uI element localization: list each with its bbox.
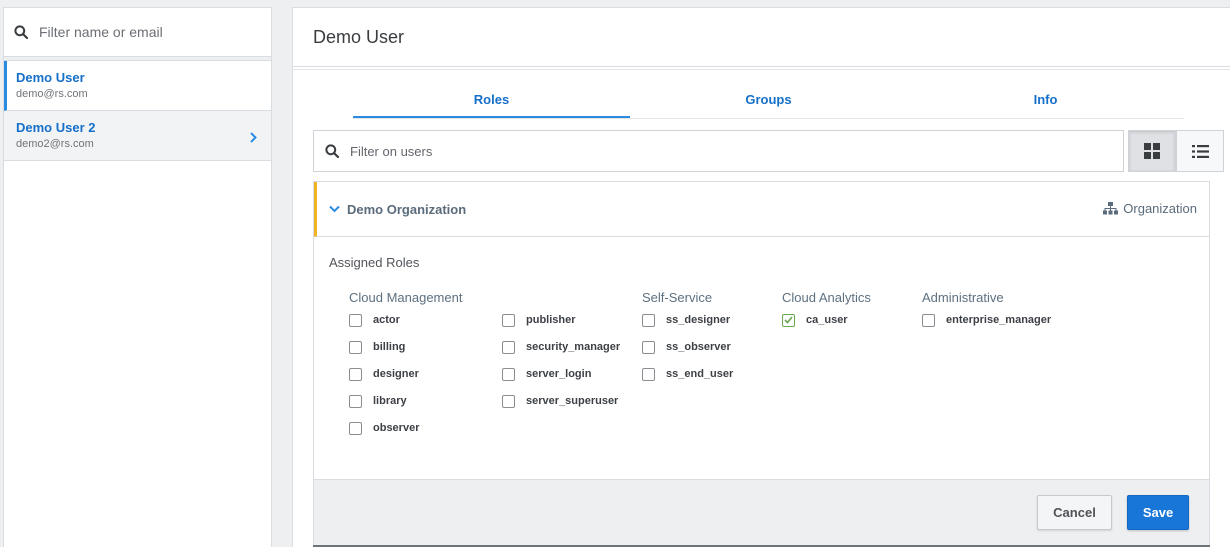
role-checkbox[interactable] — [349, 421, 362, 435]
cancel-button[interactable]: Cancel — [1037, 495, 1112, 530]
role-label: security_manager — [526, 341, 621, 353]
user-sidebar: Demo User demo@rs.com Demo User 2 demo2@… — [3, 7, 272, 547]
organization-type: Organization — [1103, 201, 1197, 216]
role-checkbox[interactable] — [349, 367, 362, 381]
role-label: server_login — [526, 368, 592, 380]
role-ss-end-user[interactable]: ss_end_user — [642, 366, 733, 382]
search-icon — [325, 144, 339, 158]
role-label: ca_user — [806, 314, 848, 326]
user-name: Demo User — [16, 70, 85, 85]
role-publisher[interactable]: publisher — [502, 312, 576, 328]
role-label: server_superuser — [526, 395, 619, 407]
role-label: observer — [373, 422, 420, 434]
role-library[interactable]: library — [349, 393, 407, 409]
organization-card: Demo Organization Organization Assigned … — [313, 181, 1210, 547]
role-checkbox[interactable] — [502, 394, 515, 408]
detail-tabs: Roles Groups Info — [353, 84, 1184, 119]
role-checkbox[interactable] — [349, 394, 362, 408]
page-title: Demo User — [313, 26, 405, 47]
search-icon — [14, 25, 28, 39]
save-button[interactable]: Save — [1127, 495, 1189, 530]
header-divider — [293, 67, 1230, 70]
list-view-button[interactable] — [1176, 130, 1224, 172]
role-checkbox[interactable] — [502, 367, 515, 381]
user-list-item-demo-user-2[interactable]: Demo User 2 demo2@rs.com — [4, 111, 271, 161]
role-checkbox[interactable] — [642, 313, 655, 327]
role-security-manager[interactable]: security_manager — [502, 339, 620, 355]
role-checkbox[interactable] — [502, 313, 515, 327]
role-observer[interactable]: observer — [349, 420, 419, 436]
chevron-right-icon — [250, 132, 257, 143]
group-title-cloud-analytics: Cloud Analytics — [782, 290, 871, 305]
role-checkbox[interactable] — [642, 340, 655, 354]
role-checkbox[interactable] — [642, 367, 655, 381]
tab-roles[interactable]: Roles — [353, 84, 630, 118]
organization-name: Demo Organization — [347, 201, 467, 217]
role-label: publisher — [526, 314, 576, 326]
role-label: ss_designer — [666, 314, 731, 326]
group-title-cloud-management: Cloud Management — [349, 290, 463, 305]
role-actor[interactable]: actor — [349, 312, 400, 328]
checkmark-icon — [784, 316, 793, 324]
role-label: ss_end_user — [666, 368, 734, 380]
role-filter-input[interactable] — [350, 143, 1090, 159]
list-icon — [1191, 144, 1209, 158]
role-ss-observer[interactable]: ss_observer — [642, 339, 731, 355]
organization-header[interactable]: Demo Organization Organization — [314, 182, 1209, 237]
role-server-superuser[interactable]: server_superuser — [502, 393, 618, 409]
user-email: demo@rs.com — [16, 88, 88, 100]
organization-footer: Cancel Save — [314, 479, 1209, 546]
role-checkbox[interactable] — [349, 340, 362, 354]
role-checkbox[interactable] — [502, 340, 515, 354]
role-server-login[interactable]: server_login — [502, 366, 591, 382]
user-name: Demo User 2 — [16, 120, 96, 135]
role-enterprise-manager[interactable]: enterprise_manager — [922, 312, 1051, 328]
role-checkbox[interactable] — [922, 313, 935, 327]
org-chart-icon — [1103, 202, 1119, 215]
role-checkbox-checked[interactable] — [782, 313, 795, 327]
chevron-down-icon — [329, 205, 340, 213]
role-ca-user[interactable]: ca_user — [782, 312, 848, 328]
role-label: actor — [373, 314, 400, 326]
user-search-bar — [4, 8, 271, 57]
organization-type-label: Organization — [1123, 201, 1197, 216]
role-checkbox[interactable] — [349, 313, 362, 327]
group-title-self-service: Self-Service — [642, 290, 713, 305]
role-label: billing — [373, 341, 406, 353]
role-label: designer — [373, 368, 419, 380]
tab-info[interactable]: Info — [907, 84, 1184, 118]
role-label: ss_observer — [666, 341, 731, 353]
grid-view-button[interactable] — [1128, 130, 1176, 172]
detail-header: Demo User — [293, 8, 1230, 67]
role-billing[interactable]: billing — [349, 339, 405, 355]
role-label: library — [373, 395, 407, 407]
assigned-roles-heading: Assigned Roles — [329, 255, 420, 270]
role-label: enterprise_manager — [946, 314, 1052, 326]
role-filter-row — [313, 130, 1225, 172]
user-email: demo2@rs.com — [16, 138, 94, 150]
tab-groups[interactable]: Groups — [630, 84, 907, 118]
role-designer[interactable]: designer — [349, 366, 419, 382]
grid-icon — [1144, 143, 1160, 159]
role-ss-designer[interactable]: ss_designer — [642, 312, 730, 328]
user-detail-panel: Demo User Roles Groups Info Filter on us… — [292, 7, 1230, 547]
user-list-item-demo-user[interactable]: Demo User demo@rs.com — [4, 61, 271, 111]
role-filter-bar — [313, 130, 1124, 172]
user-search-input[interactable] — [39, 24, 254, 40]
group-title-administrative: Administrative — [922, 290, 1004, 305]
